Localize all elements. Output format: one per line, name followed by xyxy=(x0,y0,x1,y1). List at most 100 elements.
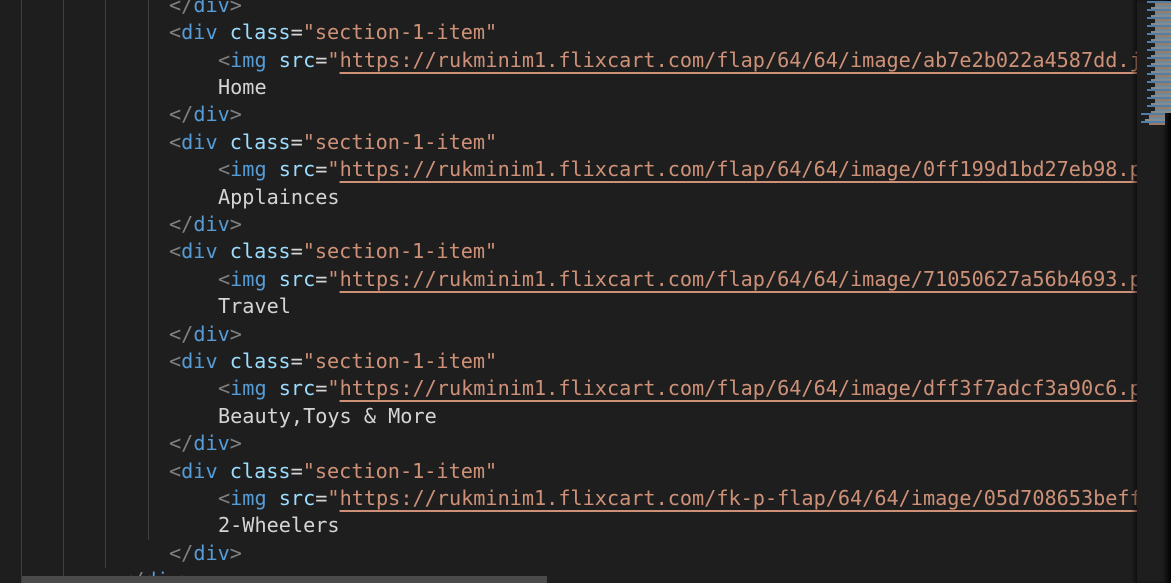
tag-bracket: < xyxy=(169,20,182,45)
equals: = xyxy=(315,266,328,291)
attribute-name: src xyxy=(278,266,316,291)
tag-bracket: </ xyxy=(169,321,194,346)
img-tag-line: <img src="https://rukminim1.flixcart.com… xyxy=(218,47,1137,74)
text-line: Home xyxy=(218,74,267,101)
tag-bracket: > xyxy=(229,102,242,127)
quote: " xyxy=(327,486,340,510)
tag-bracket: < xyxy=(169,239,182,264)
tag-bracket: < xyxy=(218,266,231,291)
attribute-name: class xyxy=(229,239,291,264)
minimap[interactable] xyxy=(1137,0,1171,583)
text-line: Applainces xyxy=(218,184,340,211)
quote: " xyxy=(327,266,340,291)
closing-div-line: </div> xyxy=(169,101,242,128)
item-label-text: Applainces xyxy=(218,184,340,209)
tag-bracket: < xyxy=(218,47,231,72)
image-url-link[interactable]: https://rukminim1.flixcart.com/flap/64/6… xyxy=(340,376,1137,400)
item-label-text: 2-Wheelers xyxy=(218,513,340,538)
equals: = xyxy=(315,486,328,510)
closing-div-line: </div> xyxy=(169,430,242,457)
equals: = xyxy=(290,349,303,373)
item-label-text: Beauty,Toys & More xyxy=(218,403,437,428)
tag-name: img xyxy=(230,47,267,72)
equals: = xyxy=(290,458,303,483)
tag-name: div xyxy=(193,212,230,236)
attribute-value: "section-1-item" xyxy=(302,458,498,483)
tag-name: img xyxy=(230,266,267,291)
tag-bracket: < xyxy=(218,486,231,510)
code-editor[interactable]: </div> <div class="section-1-item" <img sr… xyxy=(0,0,1137,583)
tag-bracket: < xyxy=(218,376,231,401)
tag-name: div xyxy=(181,129,218,154)
closing-div-line: </div> xyxy=(169,321,242,348)
tag-bracket: > xyxy=(229,212,242,236)
closing-div-line: </div> xyxy=(169,540,242,567)
tag-name: div xyxy=(193,102,230,127)
tag-bracket: </ xyxy=(169,431,194,456)
attribute-value: "section-1-item" xyxy=(302,349,498,373)
tag-name: div xyxy=(181,239,218,264)
tag-name: img xyxy=(230,486,267,510)
attribute-name: class xyxy=(229,20,291,45)
attribute-value: "section-1-item" xyxy=(302,20,498,45)
tag-name: div xyxy=(193,431,230,456)
attribute-value: "section-1-item" xyxy=(302,129,498,154)
image-url-link[interactable]: https://rukminim1.flixcart.com/flap/64/6… xyxy=(340,48,1137,72)
div-open-line: <div class="section-1-item" xyxy=(169,348,497,375)
equals: = xyxy=(315,157,328,182)
tag-name: div xyxy=(193,0,230,17)
tag-name: img xyxy=(230,376,267,401)
item-label-text: Travel xyxy=(218,294,291,319)
text-line: Beauty,Toys & More xyxy=(218,403,437,430)
tag-bracket: > xyxy=(229,0,242,17)
indent-guide xyxy=(105,0,106,568)
attribute-name: src xyxy=(278,157,316,182)
tag-bracket: </ xyxy=(169,540,194,565)
closing-div-line: </div> xyxy=(169,211,242,238)
closing-div-line: </div> xyxy=(169,0,242,19)
quote: " xyxy=(327,157,340,182)
tag-bracket: < xyxy=(169,458,182,483)
tag-bracket: < xyxy=(169,349,182,373)
tag-name: div xyxy=(181,458,218,483)
img-tag-line: <img src="https://rukminim1.flixcart.com… xyxy=(218,156,1137,183)
attribute-name: src xyxy=(278,376,316,401)
div-open-line: <div class="section-1-item" xyxy=(169,19,497,46)
quote: " xyxy=(327,47,340,72)
equals: = xyxy=(290,20,303,45)
text-line: Travel xyxy=(218,293,291,320)
indent-guide xyxy=(63,0,64,583)
indent-guide xyxy=(148,0,149,540)
image-url-link[interactable]: https://rukminim1.flixcart.com/flap/64/6… xyxy=(340,267,1137,291)
attribute-name: class xyxy=(229,458,291,483)
img-tag-line: <img src="https://rukminim1.flixcart.com… xyxy=(218,485,1137,512)
tag-bracket: < xyxy=(218,157,231,182)
image-url-link[interactable]: https://rukminim1.flixcart.com/flap/64/6… xyxy=(340,157,1137,181)
img-tag-line: <img src="https://rukminim1.flixcart.com… xyxy=(218,375,1137,402)
tag-bracket: </ xyxy=(169,102,194,127)
image-url-link[interactable]: https://rukminim1.flixcart.com/fk-p-flap… xyxy=(340,486,1137,510)
attribute-name: src xyxy=(278,486,316,510)
tag-name: div xyxy=(193,321,230,346)
tag-bracket: > xyxy=(229,431,242,456)
minimap-line xyxy=(1149,123,1165,125)
equals: = xyxy=(315,47,328,72)
div-open-line: <div class="section-1-item" xyxy=(169,238,497,265)
attribute-name: src xyxy=(278,47,316,72)
horizontal-scrollbar[interactable] xyxy=(22,576,547,583)
tag-name: div xyxy=(181,349,218,373)
tag-name: div xyxy=(181,20,218,45)
text-line: 2-Wheelers xyxy=(218,512,340,539)
div-open-line: <div class="section-1-item" xyxy=(169,458,497,485)
attribute-value: "section-1-item" xyxy=(302,239,498,264)
img-tag-line: <img src="https://rukminim1.flixcart.com… xyxy=(218,266,1137,293)
tag-name: div xyxy=(193,540,230,565)
div-open-line: <div class="section-1-item" xyxy=(169,129,497,156)
attribute-name: class xyxy=(229,349,291,373)
tag-name: img xyxy=(230,157,267,182)
attribute-name: class xyxy=(229,129,291,154)
indent-guide xyxy=(21,0,22,583)
tag-bracket: < xyxy=(169,129,182,154)
equals: = xyxy=(290,239,303,264)
equals: = xyxy=(315,376,328,401)
